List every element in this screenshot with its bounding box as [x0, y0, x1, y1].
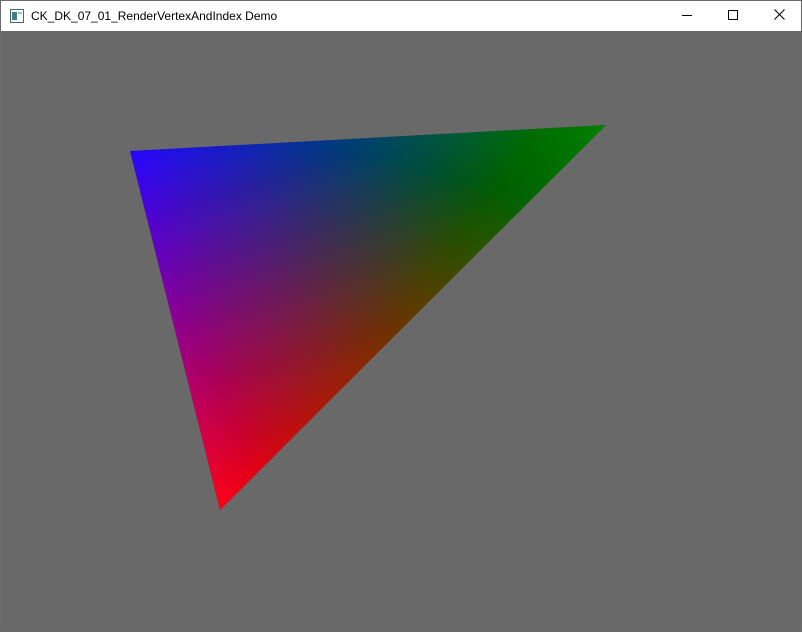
- triangle-red-vertex-color: [130, 125, 606, 510]
- render-canvas: [130, 125, 606, 510]
- maximize-button[interactable]: [710, 1, 756, 31]
- maximize-icon: [728, 9, 738, 23]
- color-triangle: [130, 125, 606, 510]
- minimize-icon: [682, 9, 692, 23]
- app-window: CK_DK_07_01_RenderVertexAndIndex Demo: [0, 0, 802, 632]
- minimize-button[interactable]: [664, 1, 710, 31]
- render-viewport[interactable]: [1, 31, 801, 631]
- close-button[interactable]: [756, 1, 802, 31]
- app-window-icon: [10, 9, 24, 23]
- title-bar[interactable]: CK_DK_07_01_RenderVertexAndIndex Demo: [1, 1, 801, 31]
- window-title: CK_DK_07_01_RenderVertexAndIndex Demo: [31, 9, 278, 23]
- close-icon: [773, 9, 785, 23]
